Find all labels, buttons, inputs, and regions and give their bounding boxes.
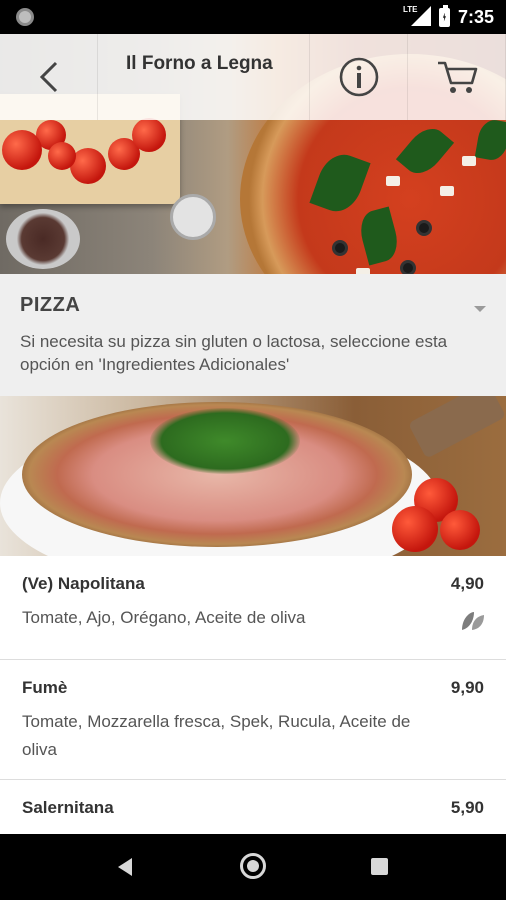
app-header: Il Forno a Legna xyxy=(0,34,506,120)
status-time: 7:35 xyxy=(457,6,494,27)
menu-item-price: 5,90 xyxy=(450,798,484,817)
menu-item-list: (Ve) Napolitana 4,90 Tomate, Ajo, Orégan… xyxy=(0,556,506,834)
category-header[interactable]: PIZZA Si necesita su pizza sin gluten o … xyxy=(0,274,506,396)
status-bar: LTE 7:35 xyxy=(0,0,506,34)
pizza-category-image xyxy=(0,396,506,556)
category-title: PIZZA xyxy=(20,294,81,316)
menu-item-name: Salernitana xyxy=(22,798,114,817)
caret-down-icon xyxy=(474,306,486,312)
nav-back-icon[interactable] xyxy=(118,858,132,876)
menu-item-name: (Ve) Napolitana xyxy=(22,574,145,593)
lte-signal-icon: LTE xyxy=(402,5,431,28)
back-button[interactable] xyxy=(0,34,98,120)
nav-recents-icon[interactable] xyxy=(371,858,388,875)
info-button[interactable] xyxy=(310,34,408,120)
vegan-leaf-icon xyxy=(462,612,484,630)
menu-item-price: 9,90 xyxy=(450,678,484,697)
category-description: Si necesita su pizza sin gluten o lactos… xyxy=(20,332,448,374)
restaurant-title: Il Forno a Legna xyxy=(126,53,273,74)
menu-item-description: Tomate, Ajo, Orégano, Aceite de oliva xyxy=(22,608,306,627)
system-nav-bar xyxy=(0,834,506,900)
menu-item[interactable]: Salernitana 5,90 xyxy=(0,780,506,834)
battery-charging-icon xyxy=(438,4,450,27)
cart-icon xyxy=(437,61,477,93)
menu-item-description: Tomate, Mozzarella fresca, Spek, Rucula,… xyxy=(22,712,411,759)
back-arrow-icon xyxy=(39,61,57,93)
notification-dot-icon xyxy=(16,8,34,26)
network-type: LTE xyxy=(402,5,418,14)
info-icon xyxy=(339,57,378,97)
menu-item-name: Fumè xyxy=(22,678,68,697)
menu-item[interactable]: (Ve) Napolitana 4,90 Tomate, Ajo, Orégan… xyxy=(0,556,506,660)
menu-item[interactable]: Fumè 9,90 Tomate, Mozzarella fresca, Spe… xyxy=(0,660,506,780)
cart-button[interactable] xyxy=(408,34,506,120)
menu-item-price: 4,90 xyxy=(450,574,484,593)
nav-home-icon[interactable] xyxy=(240,853,266,879)
